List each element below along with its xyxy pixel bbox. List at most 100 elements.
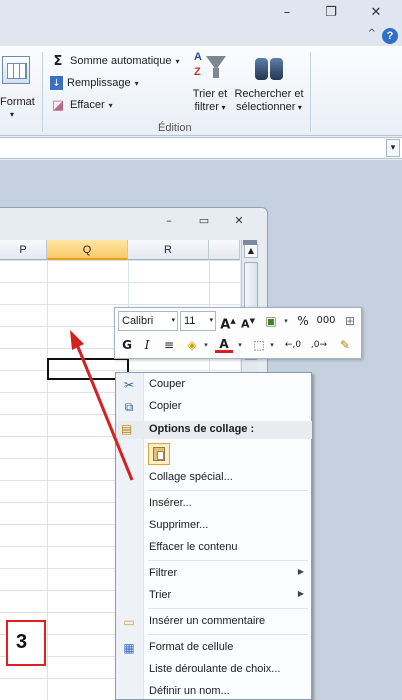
grow-font-label: A xyxy=(220,317,231,333)
find-select-button[interactable]: Rechercher et sélectionner ▾ xyxy=(232,52,306,114)
menu-item-insert-comment[interactable]: ▭ Insérer un commentaire xyxy=(116,612,312,632)
chevron-down-icon[interactable]: ▾ xyxy=(281,311,291,331)
font-size-box[interactable]: 11 ▾ xyxy=(180,311,216,331)
find-select-label-1: Rechercher et xyxy=(234,88,304,100)
italic-button[interactable]: I xyxy=(139,335,155,355)
autosum-button[interactable]: Σ Somme automatique ▾ xyxy=(50,52,180,70)
format-button[interactable]: Format ▾ xyxy=(0,52,38,122)
find-select-label-2: sélectionner xyxy=(236,101,296,113)
format-label: Format xyxy=(0,96,35,108)
menu-separator xyxy=(148,608,308,609)
fill-down-icon: ↓ xyxy=(50,76,63,90)
ribbon: Format ▾ Σ Somme automatique ▾ ↓ Remplis… xyxy=(0,46,402,136)
eraser-icon: ◪ xyxy=(51,97,65,113)
step-number-badge: 3 xyxy=(6,620,46,666)
font-color-icon[interactable]: A xyxy=(215,335,233,353)
percent-style-button[interactable]: % xyxy=(295,311,311,331)
chevron-down-icon: ▾ xyxy=(171,316,175,324)
menu-item-copy[interactable]: ⧉ Copier xyxy=(116,397,312,417)
shrink-font-label: A xyxy=(241,317,250,331)
menu-separator xyxy=(148,634,308,635)
menu-item-insert[interactable]: Insérer... xyxy=(116,494,312,514)
workbook-close-button[interactable]: ✕ xyxy=(230,214,248,228)
menu-separator xyxy=(148,490,308,491)
menu-item-define-name[interactable]: Définir un nom... xyxy=(116,682,312,700)
align-center-icon[interactable]: ≡ xyxy=(161,335,177,355)
help-icon[interactable]: ? xyxy=(382,28,398,44)
comment-icon: ▭ xyxy=(123,615,135,629)
thousands-separator-button[interactable]: 000 xyxy=(315,311,337,331)
menu-separator xyxy=(148,560,308,561)
menu-item-copy-label: Copier xyxy=(149,400,182,412)
font-name-box[interactable]: Calibri ▾ xyxy=(118,311,178,331)
paste-icon xyxy=(153,447,165,461)
grid-row-line xyxy=(0,304,240,305)
autosum-label: Somme automatique xyxy=(70,55,172,67)
shrink-font-button[interactable]: A▼ xyxy=(239,311,257,331)
workbook-minimize-button[interactable]: – xyxy=(160,214,178,228)
menu-item-insert-label: Insérer... xyxy=(149,497,192,509)
menu-item-format-cells[interactable]: ▦ Format de cellule xyxy=(116,638,312,658)
close-button[interactable]: ✕ xyxy=(365,4,387,22)
clear-button[interactable]: ◪ Effacer ▾ xyxy=(50,96,113,114)
borders-icon[interactable]: ⬚ xyxy=(251,335,267,355)
copy-icon: ⧉ xyxy=(124,400,134,414)
binoculars-icon xyxy=(253,52,285,84)
minimize-button[interactable]: – xyxy=(276,4,298,22)
chevron-down-icon: ▾ xyxy=(10,110,15,119)
sort-filter-icon: AZ xyxy=(194,52,226,84)
bold-button[interactable]: G xyxy=(119,335,135,355)
group-divider xyxy=(310,52,311,132)
decrease-decimal-icon[interactable]: ,0→ xyxy=(307,335,331,355)
submenu-arrow-icon: ▶ xyxy=(297,589,304,598)
grid-column-line xyxy=(47,260,48,700)
grow-font-button[interactable]: A▲ xyxy=(219,311,237,333)
expand-formula-bar-button[interactable]: ▾ xyxy=(386,139,400,157)
menu-item-format-cells-label: Format de cellule xyxy=(149,641,234,653)
format-cells-icon: ▦ xyxy=(123,641,135,655)
menu-item-delete[interactable]: Supprimer... xyxy=(116,516,312,536)
paste-options-label: Options de collage : xyxy=(149,423,255,435)
format-painter-icon[interactable]: ✎ xyxy=(335,335,355,355)
fill-button[interactable]: ↓ Remplissage ▾ xyxy=(50,74,139,92)
chevron-down-icon[interactable]: ▾ xyxy=(201,335,211,355)
menu-item-clear-contents-label: Effacer le contenu xyxy=(149,541,238,553)
menu-item-filter-label: Filtrer xyxy=(149,567,178,579)
menu-item-paste-special[interactable]: Collage spécial... xyxy=(116,468,312,488)
accounting-format-icon[interactable]: ▣ xyxy=(261,311,281,331)
fill-color-icon[interactable]: ◈ xyxy=(183,335,201,355)
submenu-arrow-icon: ▶ xyxy=(297,567,304,576)
restore-button[interactable]: ❐ xyxy=(320,4,342,22)
sigma-icon: Σ xyxy=(53,53,63,69)
column-header-r[interactable]: R xyxy=(128,240,209,260)
editing-group-label: Édition xyxy=(158,122,192,134)
menu-item-clear-contents[interactable]: Effacer le contenu xyxy=(116,538,312,558)
context-menu: ✂ Couper ⧉ Copier ▤ Options de collage :… xyxy=(115,372,312,700)
paste-option-button[interactable] xyxy=(148,443,170,465)
menu-item-sort[interactable]: Trier ▶ xyxy=(116,586,312,606)
menu-item-sort-label: Trier xyxy=(149,589,172,601)
clipboard-icon: ▤ xyxy=(121,422,133,436)
menu-item-dropdown-list-label: Liste déroulante de choix... xyxy=(149,663,281,675)
ribbon-tab-strip xyxy=(0,28,402,46)
chevron-down-icon[interactable]: ▾ xyxy=(267,335,277,355)
sort-filter-button[interactable]: AZ Trier et filtrer ▾ xyxy=(188,52,232,114)
grid-row-line xyxy=(0,282,240,283)
chevron-down-icon[interactable]: ▾ xyxy=(235,335,245,355)
formula-bar[interactable] xyxy=(0,137,402,159)
menu-item-insert-comment-label: Insérer un commentaire xyxy=(149,615,266,627)
scroll-up-icon[interactable]: ▲ xyxy=(244,244,258,258)
menu-item-cut[interactable]: ✂ Couper xyxy=(116,375,312,395)
chevron-down-icon: ▾ xyxy=(108,100,113,110)
workbook-restore-button[interactable]: ▭ xyxy=(195,214,213,228)
increase-decimal-icon[interactable]: ←,0 xyxy=(281,335,305,355)
menu-item-define-name-label: Définir un nom... xyxy=(149,685,230,697)
menu-item-dropdown-list[interactable]: Liste déroulante de choix... xyxy=(116,660,312,680)
column-header-next[interactable] xyxy=(209,240,240,260)
column-header-p[interactable]: P xyxy=(0,240,47,260)
split-handle[interactable] xyxy=(243,240,257,245)
collapse-ribbon-icon[interactable]: ^ xyxy=(368,28,376,39)
menu-item-filter[interactable]: Filtrer ▶ xyxy=(116,564,312,584)
column-header-q[interactable]: Q xyxy=(47,240,128,260)
merge-center-icon[interactable]: ⊞ xyxy=(341,311,359,331)
